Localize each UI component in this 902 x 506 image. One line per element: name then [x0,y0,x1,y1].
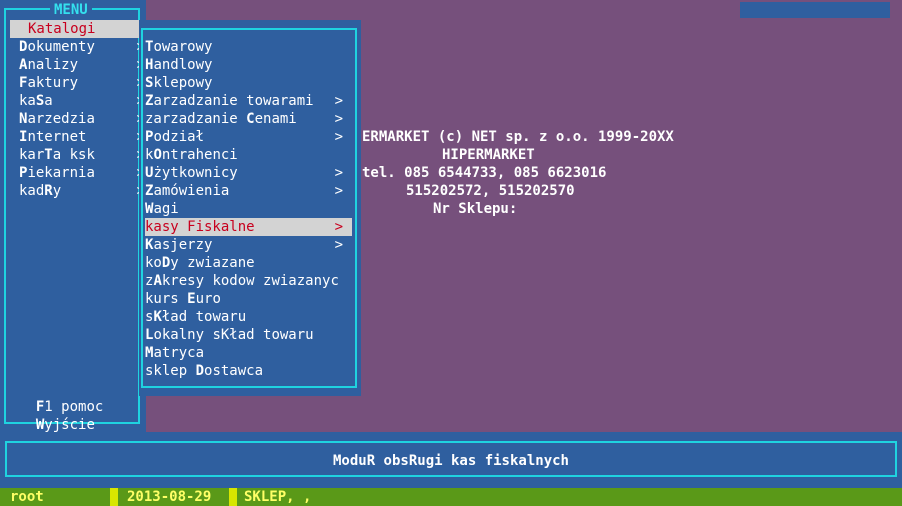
menu-item-6[interactable]: Internet> [10,128,145,146]
submenu-item-10[interactable]: kasy Fiskalne > [145,218,352,236]
info-shop-number: Nr Sklepu: [433,201,518,217]
submenu-item-5[interactable]: Podział > [145,128,352,146]
item-label-part: uro [195,291,221,307]
submenu-item-17[interactable]: Matryca [145,344,352,362]
item-label-part: kad [19,183,45,199]
submenu-item-11[interactable]: Kasjerzy > [145,236,352,254]
item-label-part: enami [254,111,297,127]
item-label-part: kasy Fiskalne [145,219,255,235]
menu-item-0[interactable]: Katalogi> [10,20,154,38]
menu-item-1[interactable]: Dokumenty> [10,38,145,56]
status-message: ModuR obsRugi kas fiskalnych [332,453,569,469]
submenu-arrow-icon: > [334,93,343,109]
submenu-arrow-icon: > [334,129,343,145]
item-label-part: atryca [153,345,205,361]
item-label-part: okalny sKład towaru [153,327,314,343]
hotkey: O [153,147,162,163]
item-label-part: arzadzanie towarami [153,93,314,109]
item-label-part: kar [19,147,45,163]
item-label-part: arzedzia [27,111,95,127]
info-copyright: ERMARKET (c) NET sp. z o.o. 1999-20XX [362,129,674,145]
item-label-part: nternet [27,129,87,145]
info-company: HIPERMARKET [442,147,535,163]
item-label-part: iekarnia [27,165,95,181]
item-label-part: y [52,183,62,199]
menu-item-4[interactable]: kaSa> [10,92,145,110]
item-label-part: andlowy [153,57,213,73]
submenu-item-0[interactable]: Towarowy [145,38,352,56]
submenu-item-9[interactable]: Wagi [145,200,352,218]
submenu-item-7[interactable]: Użytkownicy > [145,164,352,182]
info-phone-2: 515202572, 515202570 [406,183,575,199]
item-label-part: aktury [27,75,79,91]
status-separator [229,488,237,506]
submenu-item-12[interactable]: koDy zwiazane [145,254,352,272]
hotkey: K [153,309,162,325]
item-label-part: klepowy [153,75,213,91]
hotkey: D [195,363,205,379]
menu-item-9[interactable]: kadRy> [10,182,145,200]
menu-item-5[interactable]: Narzedzia> [10,110,145,128]
item-label-part: a ksk [52,147,95,163]
item-label-part: ntrahenci [161,147,238,163]
submenu-item-18[interactable]: sklep Dostawca [145,362,352,380]
submenu-item-2[interactable]: Sklepowy [145,74,352,92]
submenu-item-15[interactable]: sKład towaru [145,308,352,326]
menu-title: MENU [50,1,92,19]
submenu-arrow-icon: > [334,219,343,235]
info-phone: tel. 085 6544733, 085 6623016 [362,165,607,181]
item-label-part: amówienia [153,183,230,199]
submenu-item-3[interactable]: Zarzadzanie towarami > [145,92,352,110]
hotkey: E [187,291,196,307]
item-label-part: a [44,93,53,109]
item-label-part: okumenty [27,39,95,55]
hotkey: C [246,111,255,127]
submenu-item-4[interactable]: zarzadzanie Cenami > [145,110,352,128]
item-label-part: Katalogi [28,21,96,37]
submenu-item-8[interactable]: Zamówienia > [145,182,352,200]
status-separator [110,488,118,506]
item-label-part: kresy kodow zwiazanyc [161,273,339,289]
item-label-part: żytkownicy [153,165,238,181]
submenu-arrow-icon: > [334,165,343,181]
item-label-part: y zwiazane [170,255,255,271]
item-label-part: odział [153,129,205,145]
item-label-part: owarowy [153,39,213,55]
item-label-part: nalizy [27,57,79,73]
item-label-part: zarzadzanie [145,111,247,127]
item-label-part: ko [145,255,162,271]
item-label-part: ka [19,93,36,109]
status-user: root [10,488,108,506]
item-label-part: kurs [145,291,188,307]
status-shop: SKLEP, , [244,488,444,506]
status-date: 2013-08-29 [127,488,227,506]
item-label-part: ład towaru [161,309,247,325]
item-label-part: sklep [145,363,196,379]
menu-item-exit[interactable]: Wyjście [19,398,95,433]
menu-item-7[interactable]: karTa ksk> [10,146,145,164]
item-label-part: agi [153,201,179,217]
submenu-item-13[interactable]: zAkresy kodow zwiazanyc [145,272,352,290]
submenu-arrow-icon: > [334,237,343,253]
hotkey: T [44,147,53,163]
submenu-arrow-icon: > [334,111,343,127]
menu-item-8[interactable]: Piekarnia> [10,164,145,182]
menu-item-help[interactable]: F1 pomoc [19,380,103,415]
submenu-item-14[interactable]: kurs Euro [145,290,352,308]
hotkey: A [153,273,162,289]
top-right-bar [740,2,890,18]
submenu-item-6[interactable]: kOntrahenci [145,146,352,164]
menu-item-3[interactable]: Faktury> [10,74,145,92]
hotkey: R [44,183,53,199]
item-label-part: asjerzy [153,237,213,253]
submenu-item-1[interactable]: Handlowy [145,56,352,74]
menu-item-2[interactable]: Analizy> [10,56,145,74]
menu-item-text: yjście [44,417,95,433]
submenu-arrow-icon: > [334,183,343,199]
item-label-part: ostawca [204,363,264,379]
submenu-item-16[interactable]: Lokalny sKład towaru [145,326,352,344]
